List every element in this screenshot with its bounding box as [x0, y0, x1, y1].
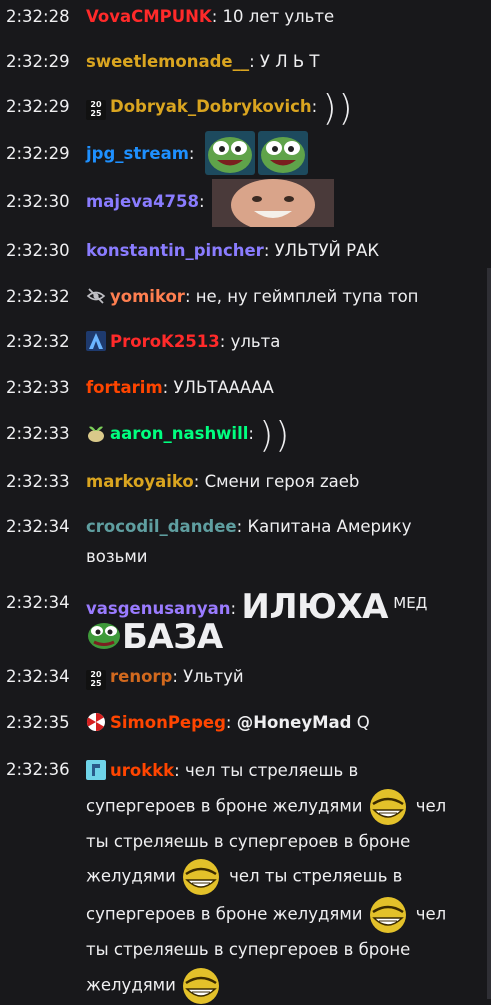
message-text: не, ну геймплей тупа топ: [195, 287, 419, 306]
message-text: МЕД: [393, 594, 428, 612]
timestamp: 2:32:28: [6, 7, 70, 26]
timestamp: 2:32:34: [6, 667, 70, 686]
message-text: 10 лет ульте: [222, 7, 335, 26]
message-text: У Л Ь Т: [259, 52, 320, 71]
pepe-laugh-emote[interactable]: [258, 131, 308, 175]
username[interactable]: yomikor: [110, 287, 185, 306]
message-text: ульта: [230, 332, 281, 351]
username[interactable]: vasgenusanyan: [86, 599, 231, 618]
timestamp: 2:32:32: [6, 332, 70, 351]
big-emote-text: БАЗА: [122, 617, 223, 657]
message-text: УЛЬТУЙ РАК: [274, 241, 380, 260]
username[interactable]: ProroK2513: [110, 332, 220, 351]
username[interactable]: SimonPepeg: [110, 713, 226, 732]
troll-laugh-emote[interactable]: [178, 858, 224, 896]
2025-badge-icon[interactable]: 20 25: [86, 670, 106, 690]
sprout-badge-icon[interactable]: [86, 423, 106, 443]
scrollbar[interactable]: [487, 268, 491, 999]
message-text: Ультуй: [183, 667, 244, 686]
mention[interactable]: @HoneyMad: [237, 713, 352, 732]
username[interactable]: urokkk: [110, 761, 174, 780]
username[interactable]: majeva4758: [86, 192, 199, 211]
timestamp: 2:32:29: [6, 97, 70, 116]
timestamp: 2:32:36: [6, 760, 70, 779]
a-badge-icon[interactable]: [86, 331, 106, 351]
username[interactable]: Dobryak_Dobrykovich: [110, 97, 312, 116]
username[interactable]: sweetlemonade__: [86, 52, 249, 71]
username[interactable]: renorp: [110, 667, 172, 686]
timestamp: 2:32:35: [6, 713, 70, 732]
2025-badge-icon[interactable]: 20 25: [86, 100, 106, 120]
username[interactable]: crocodil_dandee: [86, 517, 237, 536]
username[interactable]: aaron_nashwill: [110, 424, 248, 443]
troll-laugh-emote[interactable]: [365, 788, 411, 826]
message-text: )): [259, 415, 292, 456]
timestamp: 2:32:33: [6, 472, 70, 491]
pepe-emote[interactable]: [86, 620, 122, 652]
big-emote-text: ИЛЮХА: [241, 587, 388, 627]
message-text: Q: [356, 713, 370, 732]
message-text: УЛЬТААААА: [173, 378, 274, 397]
timestamp: 2:32:30: [6, 241, 70, 260]
no-eye-badge-icon[interactable]: [86, 286, 106, 306]
timestamp: 2:32:34: [6, 517, 70, 536]
username[interactable]: konstantin_pincher: [86, 241, 264, 260]
message-text: )): [322, 88, 355, 129]
timestamp: 2:32:33: [6, 424, 70, 443]
umbrella-badge-icon[interactable]: [86, 712, 106, 732]
username[interactable]: jpg_stream: [86, 144, 189, 163]
timestamp: 2:32:29: [6, 144, 70, 163]
timestamp: 2:32:32: [6, 287, 70, 306]
bits-badge-icon[interactable]: [86, 760, 106, 780]
message-text: Смени героя zaeb: [204, 472, 360, 491]
timestamp: 2:32:34: [6, 593, 70, 612]
timestamp: 2:32:33: [6, 378, 70, 397]
timestamp: 2:32:29: [6, 52, 70, 71]
username[interactable]: VovaCMPUNK: [86, 7, 212, 26]
timestamp: 2:32:30: [6, 192, 70, 211]
username[interactable]: markoyaiko: [86, 472, 194, 491]
pepe-laugh-emote[interactable]: [205, 131, 255, 175]
username[interactable]: fortarim: [86, 378, 163, 397]
troll-laugh-emote[interactable]: [365, 896, 411, 934]
face-emote[interactable]: [212, 179, 334, 227]
